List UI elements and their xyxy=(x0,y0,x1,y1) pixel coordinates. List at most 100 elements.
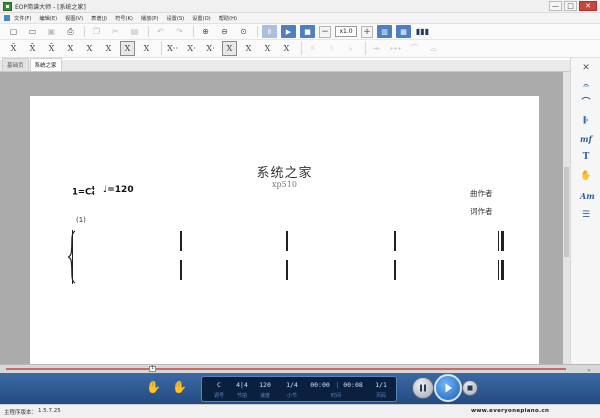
speed-down-button[interactable]: − xyxy=(319,25,331,38)
note-button[interactable]: X· xyxy=(184,41,199,56)
display-values: C 4|4 120 1/4 00:00 | 00:08 1/1 xyxy=(202,381,398,391)
note-button[interactable]: X xyxy=(241,41,256,56)
menu-settings[interactable]: 设置(S) xyxy=(166,15,184,22)
tempo-marking[interactable]: ♩=120 xyxy=(103,185,134,195)
final-barline-thin xyxy=(498,231,499,251)
note-button[interactable]: X xyxy=(139,41,154,56)
play-icon[interactable]: ▶ xyxy=(281,25,296,38)
menu-file[interactable]: 文件(F) xyxy=(14,15,31,22)
list-icon[interactable]: ☰ xyxy=(580,209,592,221)
stop-icon xyxy=(463,381,477,395)
natural-icon[interactable]: ♮ xyxy=(324,41,339,56)
pause-icon xyxy=(413,378,433,398)
tab-xitongzhijia[interactable]: 系统之家 xyxy=(29,58,62,71)
toolbar-divider xyxy=(193,26,194,37)
lyricist-field[interactable]: 词作者 xyxy=(470,206,493,217)
position-timeline[interactable]: 1 ⌄ xyxy=(0,364,600,373)
zoom-in-icon[interactable]: ⊕ xyxy=(198,25,213,38)
save-icon[interactable]: ▣ xyxy=(44,25,59,38)
fingering-icon[interactable]: ✋ xyxy=(580,170,592,182)
display-time-end: 00:08 xyxy=(343,381,363,389)
keyboard-icon[interactable]: ▦ xyxy=(396,25,411,38)
zoom-out-icon[interactable]: ⊖ xyxy=(217,25,232,38)
paste-icon[interactable]: ▤ xyxy=(127,25,142,38)
menu-symbol[interactable]: 符号(K) xyxy=(115,15,133,22)
menu-app-icon xyxy=(4,15,10,21)
timeline-marker[interactable]: 1 xyxy=(149,366,156,372)
note-button[interactable]: X·· xyxy=(165,41,180,56)
version-value: 1.5.7.25 xyxy=(38,408,61,414)
repeat-icon[interactable]: 𝄆 xyxy=(580,115,592,127)
right-hand-icon[interactable]: ✋ xyxy=(172,380,187,394)
zoom-fit-icon[interactable]: ⊙ xyxy=(236,25,251,38)
sharp-icon[interactable]: ♯ xyxy=(305,41,320,56)
dots-icon[interactable]: ∙∙∙ xyxy=(388,41,403,56)
menu-help[interactable]: 帮助(H) xyxy=(219,15,237,22)
redo-icon[interactable]: ↷ xyxy=(172,25,187,38)
tie-icon[interactable]: ⌒ xyxy=(407,41,422,56)
composer-field[interactable]: 曲作者 xyxy=(470,188,493,199)
display-time-divider: | xyxy=(335,381,340,389)
note-button[interactable]: X̄ xyxy=(6,41,21,56)
title-bar: EOP简谱大师 - [系统之家] — □ ✕ xyxy=(0,0,600,13)
timeline-track[interactable] xyxy=(6,368,566,370)
menu-view[interactable]: 视图(V) xyxy=(65,15,83,22)
note-button[interactable]: X· xyxy=(203,41,218,56)
stop-icon[interactable]: ■ xyxy=(300,25,315,38)
note-button[interactable]: X xyxy=(101,41,116,56)
chord-icon[interactable]: Am xyxy=(580,190,595,202)
breath-mark-icon[interactable]: 𝄐 xyxy=(580,80,592,92)
piano-icon[interactable]: ▥ xyxy=(377,25,392,38)
menu-score[interactable]: 表谱(J) xyxy=(91,15,107,22)
app-icon xyxy=(3,2,12,11)
display-time-sig: 4|4 xyxy=(236,381,248,389)
equalizer-icon[interactable]: ▮▮▮ xyxy=(415,25,430,38)
close-panel-icon[interactable]: ✕ xyxy=(580,62,592,74)
toolbar-divider xyxy=(365,42,366,55)
flat-icon[interactable]: ♭ xyxy=(343,41,358,56)
pause-button[interactable] xyxy=(412,377,434,399)
minimize-button[interactable]: — xyxy=(549,1,562,11)
copy-icon[interactable]: ❐ xyxy=(89,25,104,38)
tab-base-page[interactable]: 基础页 xyxy=(2,58,29,71)
speed-up-button[interactable]: + xyxy=(361,25,373,38)
key-signature[interactable]: 1=C4 4 xyxy=(72,187,95,198)
play-button[interactable] xyxy=(434,374,462,402)
note-button[interactable]: X̄ xyxy=(44,41,59,56)
timeline-end-icon[interactable]: ⌄ xyxy=(586,365,592,373)
undo-icon[interactable]: ↶ xyxy=(153,25,168,38)
slur-icon[interactable]: ⌓ xyxy=(426,41,441,56)
website-link[interactable]: www.everyonepiano.cn xyxy=(471,408,549,414)
open-file-icon[interactable]: ▭ xyxy=(25,25,40,38)
note-button[interactable]: X xyxy=(82,41,97,56)
stop-button[interactable] xyxy=(462,380,478,396)
maximize-button[interactable]: □ xyxy=(564,1,577,11)
slide-icon[interactable]: ⇹ xyxy=(369,41,384,56)
note-button[interactable]: X xyxy=(260,41,275,56)
text-icon[interactable]: T xyxy=(580,151,592,163)
menu-edit[interactable]: 编辑(E) xyxy=(39,15,57,22)
dynamics-icon[interactable]: mf xyxy=(580,133,592,145)
vertical-scrollbar[interactable] xyxy=(563,72,570,364)
score-page[interactable]: 系统之家 xp510 1=C4 4 ♩=120 曲作者 词作者 (1) xyxy=(30,96,539,364)
scrollbar-thumb[interactable] xyxy=(564,167,569,257)
score-title[interactable]: 系统之家 xyxy=(30,162,539,181)
menu-options[interactable]: 设置(O) xyxy=(192,15,211,22)
note-button[interactable]: X xyxy=(63,41,78,56)
note-button-selected[interactable]: X xyxy=(120,41,135,56)
display-time-start: 00:00 xyxy=(310,381,330,389)
pause-icon[interactable]: Ⅱ xyxy=(262,25,277,38)
print-icon[interactable]: ⎙ xyxy=(63,25,78,38)
note-button[interactable]: X̄ xyxy=(25,41,40,56)
cut-icon[interactable]: ✂ xyxy=(108,25,123,38)
toolbar-divider xyxy=(148,26,149,37)
fermata-icon[interactable]: ⌒ xyxy=(580,97,592,109)
note-button-selected[interactable]: X xyxy=(222,41,237,56)
left-hand-icon[interactable]: ✋ xyxy=(146,380,161,394)
note-button[interactable]: X xyxy=(279,41,294,56)
menu-play[interactable]: 播放(P) xyxy=(141,15,159,22)
playback-display: C 4|4 120 1/4 00:00 | 00:08 1/1 调号 节拍 速度… xyxy=(201,376,397,402)
speed-input[interactable]: x1.0 xyxy=(335,26,357,37)
close-button[interactable]: ✕ xyxy=(579,1,597,11)
new-file-icon[interactable]: ▢ xyxy=(6,25,21,38)
